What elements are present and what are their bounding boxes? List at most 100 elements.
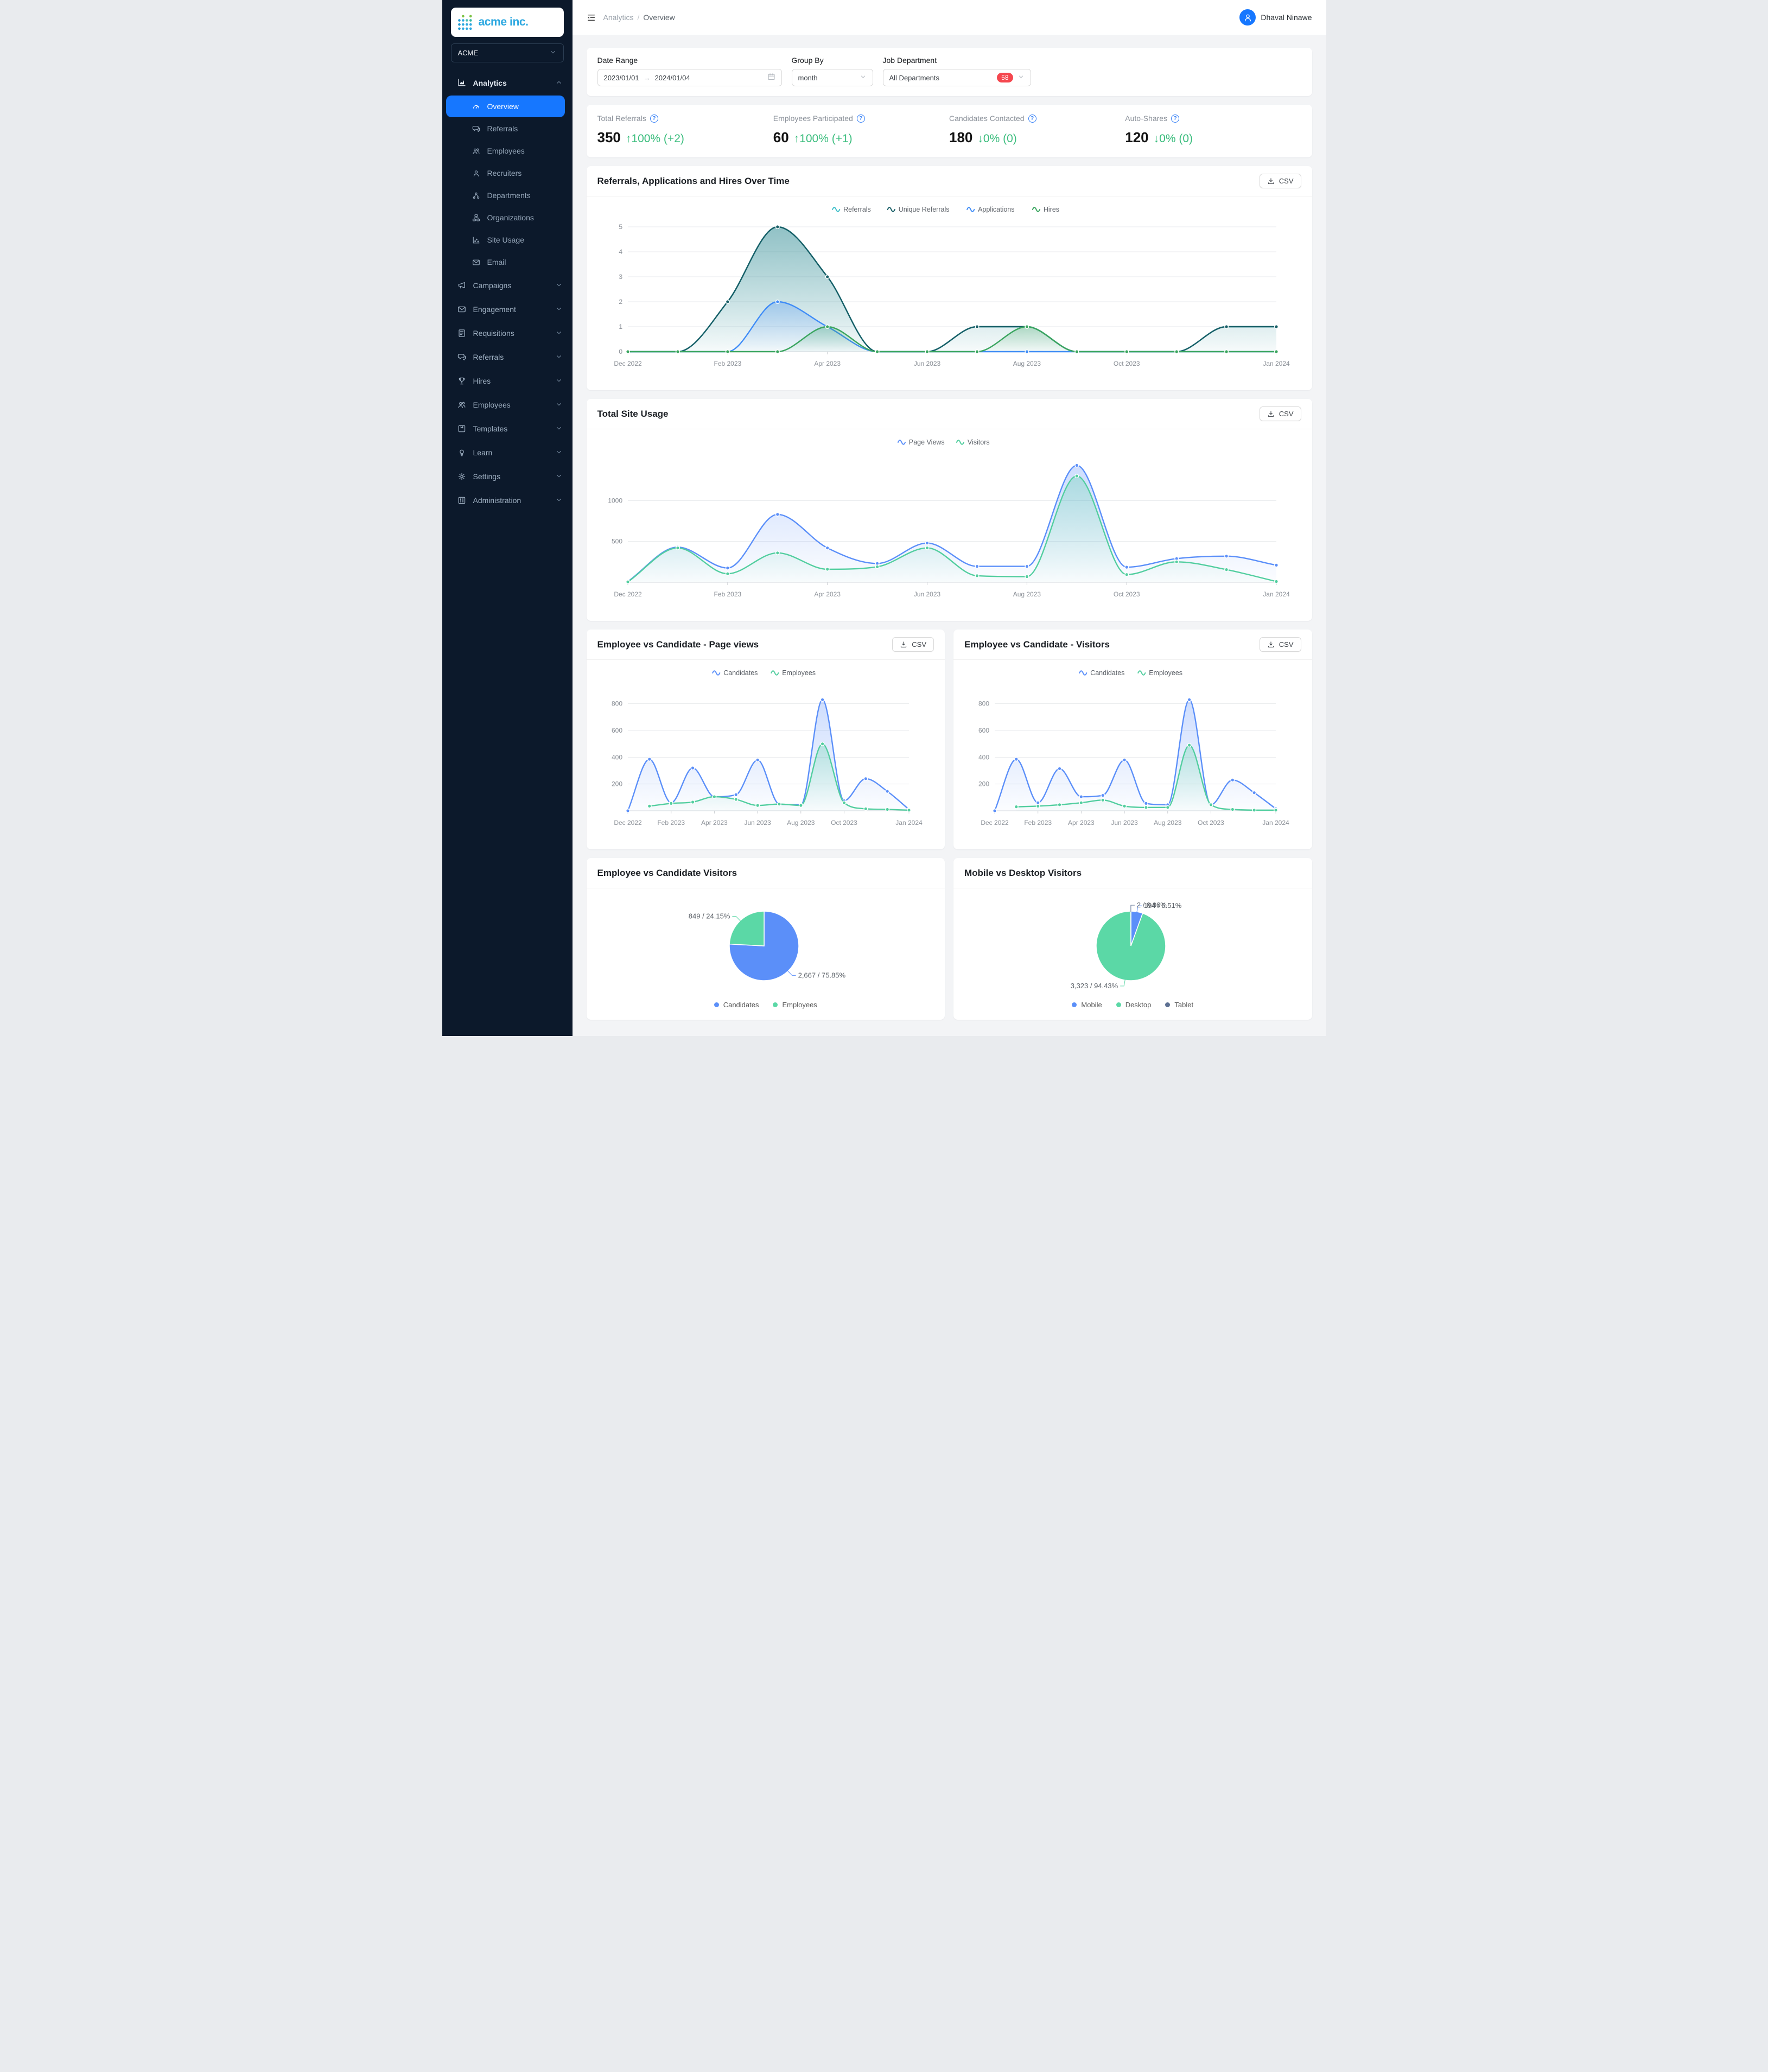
breadcrumb-overview: Overview <box>643 13 675 22</box>
chevron-down-icon <box>556 283 561 286</box>
chat-icon <box>457 354 466 360</box>
chart-title: Total Site Usage <box>597 408 669 419</box>
chevron-up-icon-slot <box>555 79 563 88</box>
help-icon[interactable]: ? <box>650 114 658 123</box>
company-logo: acme inc. <box>450 8 564 37</box>
department-count-badge: 58 <box>997 73 1013 82</box>
company-select[interactable]: ACME <box>450 43 564 62</box>
sidebar-group-templates[interactable]: Templates <box>442 417 573 441</box>
half-card-row: Employee vs Candidate Visitors 2,667 / 75… <box>586 858 1312 1020</box>
csv-button[interactable]: CSV <box>1259 406 1301 421</box>
sidebar-item-label: Referrals <box>487 124 518 133</box>
csv-button[interactable]: CSV <box>1259 637 1301 652</box>
csv-button[interactable]: CSV <box>1259 174 1301 188</box>
sidebar-group-label: Referrals <box>473 353 504 361</box>
sidebar-group-employees[interactable]: Employees <box>442 393 573 417</box>
legend-item-referrals[interactable]: Referrals <box>831 206 871 213</box>
sidebar-group-referrals[interactable]: Referrals <box>442 345 573 369</box>
chart-dots-icon <box>473 236 480 243</box>
legend-item-unique-referrals[interactable]: Unique Referrals <box>887 206 949 213</box>
sidebar-item-departments[interactable]: Departments <box>446 185 565 206</box>
sidebar-group-hires[interactable]: Hires <box>442 369 573 393</box>
chart-body: 200 400 600 800 Dec 2022 Feb 2023 Apr 2023 Jun … <box>587 660 945 849</box>
sidebar-group-label: Administration <box>473 496 522 505</box>
sidebar-item-organizations[interactable]: Organizations <box>446 207 565 228</box>
svg-text:Referrals: Referrals <box>843 206 871 213</box>
date-start-value: 2023/01/01 <box>603 73 639 82</box>
svg-text:2: 2 <box>619 298 622 306</box>
chevron-down-icon <box>556 474 561 477</box>
sidebar-item-site-usage[interactable]: Site Usage <box>446 229 565 251</box>
legend-item-candidates[interactable]: Candidates <box>714 1001 759 1009</box>
calendar-icon-slot <box>767 73 775 82</box>
legend-item-tablet[interactable]: Tablet <box>1165 1001 1193 1009</box>
sidebar-group-requisitions[interactable]: Requisitions <box>442 321 573 345</box>
svg-text:Employees: Employees <box>1149 669 1182 677</box>
sidebar-group-campaigns[interactable]: Campaigns <box>442 274 573 297</box>
svg-text:800: 800 <box>978 700 989 708</box>
chart-card-employee-vs-candidate-visitors: Employee vs Candidate - Visitors CSV 200 40… <box>953 630 1312 849</box>
legend-item-employees[interactable]: Employees <box>770 669 816 677</box>
legend-item-hires[interactable]: Hires <box>1032 206 1059 213</box>
legend-item-employees[interactable]: Employees <box>1137 669 1182 677</box>
svg-text:3: 3 <box>619 273 622 281</box>
sidebar-section-analytics[interactable]: Analytics <box>442 71 573 95</box>
legend-item-employees[interactable]: Employees <box>773 1001 817 1009</box>
legend-item-visitors[interactable]: Visitors <box>956 438 989 446</box>
dashboard-icon <box>473 105 479 109</box>
download-icon <box>1268 410 1274 417</box>
download-icon <box>1268 177 1274 184</box>
breadcrumb-analytics[interactable]: Analytics <box>603 13 634 22</box>
svg-text:500: 500 <box>611 538 622 545</box>
sidebar-groups: Campaigns Engagement Requisitions Referrals… <box>442 274 573 512</box>
legend-item-desktop[interactable]: Desktop <box>1116 1001 1151 1009</box>
help-icon[interactable]: ? <box>1028 114 1036 123</box>
sidebar-group-administration[interactable]: Administration <box>442 488 573 512</box>
svg-text:Candidates: Candidates <box>723 669 758 677</box>
chart-header: Employee vs Candidate Visitors <box>586 858 945 888</box>
chevron-down-icon-slot2 <box>860 73 867 82</box>
sidebar-item-referrals[interactable]: Referrals <box>446 118 565 139</box>
sidebar-item-label: Organizations <box>487 213 534 222</box>
legend-item-candidates[interactable]: Candidates <box>711 669 758 677</box>
sidebar-group-label: Engagement <box>473 305 516 314</box>
legend-item-mobile[interactable]: Mobile <box>1072 1001 1102 1009</box>
menu-fold-icon[interactable] <box>587 13 596 22</box>
date-range-input[interactable]: 2023/01/01 → 2024/01/04 <box>597 69 782 86</box>
sidebar-item-label: Recruiters <box>487 169 522 177</box>
help-icon[interactable]: ? <box>1171 114 1180 123</box>
svg-text:800: 800 <box>611 700 622 708</box>
chart-canvas-employee-vs-candidate-visitors-pie: 2,667 / 75.85% 849 / 24.15% <box>688 911 845 981</box>
sidebar-item-recruiters[interactable]: Recruiters <box>446 162 565 184</box>
sidebar-group-learn[interactable]: Learn <box>442 441 573 465</box>
user-menu[interactable]: Dhaval Ninawe <box>1239 9 1312 26</box>
legend-item-applications[interactable]: Applications <box>966 206 1014 213</box>
svg-text:Feb 2023: Feb 2023 <box>714 590 741 598</box>
help-icon[interactable]: ? <box>856 114 865 123</box>
chart-body: 500 1000 Dec 2022 Feb 2023 Apr 2023 Jun 2023 A… <box>587 429 1312 621</box>
chart-card-employee-vs-candidate-page-views: Employee vs Candidate - Page views CSV 200… <box>586 630 945 849</box>
legend-item-page-views[interactable]: Page Views <box>897 438 944 446</box>
group-by-select[interactable]: month <box>791 69 873 86</box>
csv-button-label: CSV <box>1279 640 1294 649</box>
svg-text:Unique Referrals: Unique Referrals <box>898 206 949 213</box>
sidebar-item-email[interactable]: Email <box>446 251 565 273</box>
pie-legend: Mobile Desktop Tablet <box>963 999 1302 1016</box>
job-department-select[interactable]: All Departments 58 <box>882 69 1031 86</box>
chevron-down-icon <box>556 355 561 358</box>
sidebar-group-settings[interactable]: Settings <box>442 465 573 488</box>
chart-body: 0 1 2 3 4 5 Dec 2022 Feb 2023 Apr 2023 Jun 2023 Au… <box>587 196 1312 390</box>
svg-text:Dec 2022: Dec 2022 <box>614 590 642 598</box>
legend-item-candidates[interactable]: Candidates <box>1079 669 1124 677</box>
chart-title: Employee vs Candidate - Page views <box>597 639 759 650</box>
legend-label: Employees <box>782 1001 817 1009</box>
sidebar-item-employees[interactable]: Employees <box>446 140 565 162</box>
svg-text:Oct 2023: Oct 2023 <box>1113 590 1140 598</box>
sidebar-group-engagement[interactable]: Engagement <box>442 297 573 321</box>
sidebar-item-label: Overview <box>487 102 519 111</box>
sidebar-item-overview[interactable]: Overview <box>446 96 565 117</box>
svg-text:1000: 1000 <box>608 497 622 504</box>
content: Date Range 2023/01/01 → 2024/01/04 Group… <box>573 35 1326 1033</box>
csv-button[interactable]: CSV <box>892 637 934 652</box>
svg-text:Page Views: Page Views <box>908 438 944 446</box>
